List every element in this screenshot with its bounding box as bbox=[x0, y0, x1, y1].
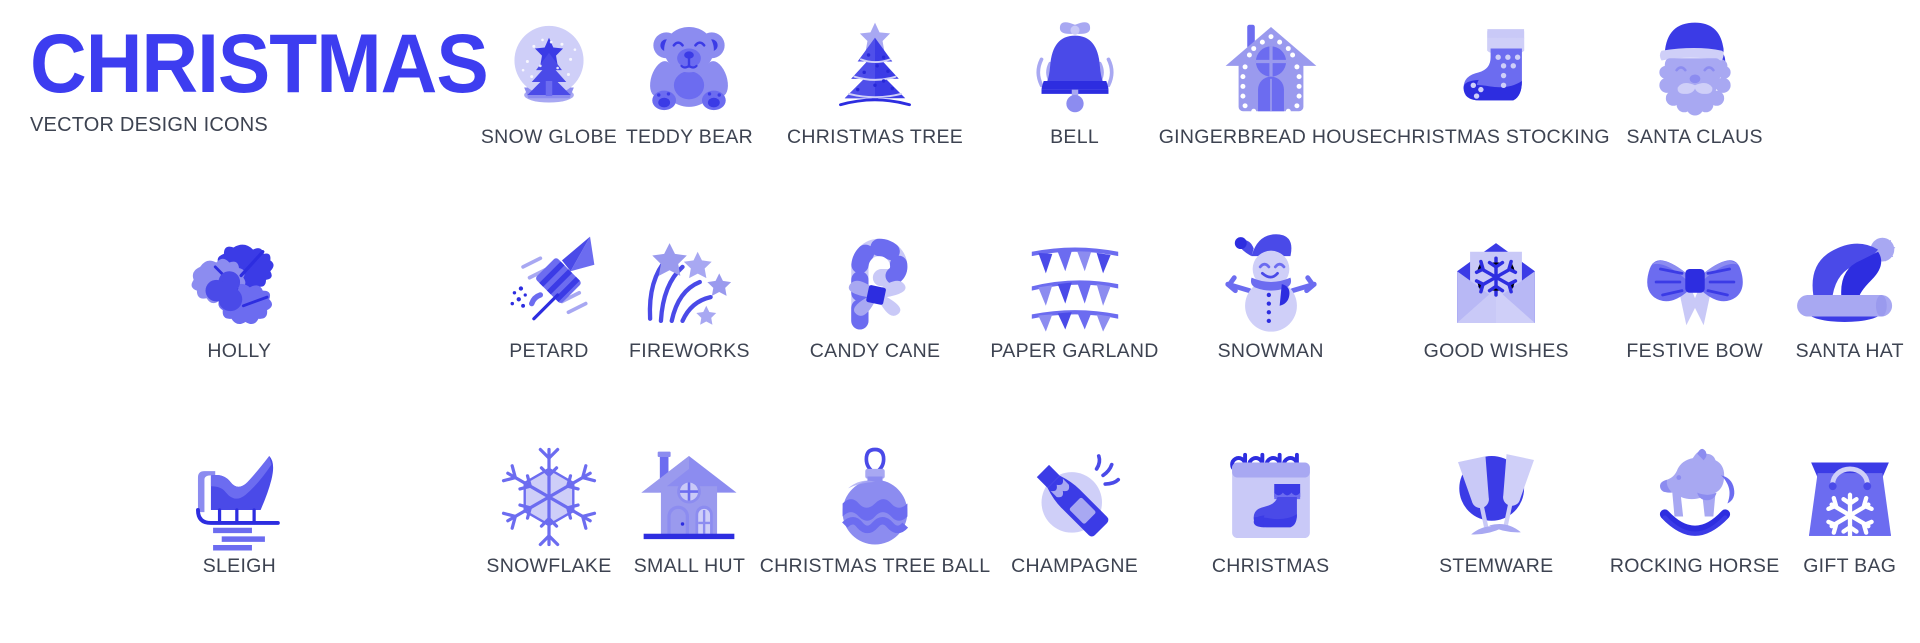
icon-grid: CHRISTMAS VECTOR DESIGN ICONS SNOW GLOBE… bbox=[0, 0, 1920, 643]
icon-cell-gift-bag[interactable]: GIFT BAG bbox=[1780, 429, 1920, 643]
teddy-bear-icon[interactable] bbox=[630, 14, 748, 122]
icon-cell-christmas-tree[interactable]: CHRISTMAS TREE bbox=[760, 0, 991, 214]
stemware-icon[interactable] bbox=[1437, 443, 1555, 551]
icon-cell-candy-cane[interactable]: CANDY CANE bbox=[760, 214, 991, 428]
festive-bow-icon[interactable] bbox=[1636, 228, 1754, 336]
good-wishes-icon[interactable] bbox=[1437, 228, 1555, 336]
champagne-icon[interactable] bbox=[1016, 443, 1134, 551]
icon-label: CHAMPAGNE bbox=[1011, 554, 1139, 577]
icon-cell-teddy-bear[interactable]: TEDDY BEAR bbox=[619, 0, 759, 214]
icon-label: GINGERBREAD HOUSE bbox=[1158, 126, 1383, 148]
page-title: CHRISTMAS bbox=[30, 17, 489, 111]
holly-icon[interactable] bbox=[180, 228, 298, 336]
icon-cell-snowflake[interactable]: SNOWFLAKE bbox=[479, 429, 619, 643]
rocking-horse-icon[interactable] bbox=[1636, 443, 1754, 551]
page-subtitle: VECTOR DESIGN ICONS bbox=[30, 113, 268, 136]
candy-cane-icon[interactable] bbox=[816, 228, 934, 336]
icon-cell-christmas-stocking[interactable]: CHRISTMAS STOCKING bbox=[1383, 0, 1610, 214]
christmas-tree-ball-icon[interactable] bbox=[816, 443, 934, 551]
gingerbread-house-icon[interactable] bbox=[1212, 14, 1330, 122]
gift-bag-icon[interactable] bbox=[1791, 443, 1909, 551]
petard-icon[interactable] bbox=[490, 228, 608, 336]
icon-label: ROCKING HORSE bbox=[1609, 554, 1780, 577]
icon-label: FESTIVE BOW bbox=[1626, 340, 1763, 363]
icon-cell-rocking-horse[interactable]: ROCKING HORSE bbox=[1610, 429, 1780, 643]
santa-hat-icon[interactable] bbox=[1791, 228, 1909, 336]
icon-label: PETARD bbox=[509, 340, 589, 363]
icon-label: SNOWMAN bbox=[1217, 340, 1324, 363]
icon-label: STEMWARE bbox=[1439, 554, 1554, 577]
fireworks-icon[interactable] bbox=[630, 228, 748, 336]
icon-cell-sleigh[interactable]: SLEIGH bbox=[0, 429, 479, 643]
icon-label: SMALL HUT bbox=[633, 554, 746, 577]
snow-globe-icon[interactable] bbox=[490, 14, 608, 122]
icon-label: PAPER GARLAND bbox=[990, 340, 1159, 363]
icon-set-sheet: CHRISTMAS VECTOR DESIGN ICONS SNOW GLOBE… bbox=[0, 0, 1920, 643]
icon-cell-small-hut[interactable]: SMALL HUT bbox=[619, 429, 759, 643]
icon-label: TEDDY BEAR bbox=[625, 126, 754, 148]
icon-cell-holly[interactable]: HOLLY bbox=[0, 214, 479, 428]
icon-cell-festive-bow[interactable]: FESTIVE BOW bbox=[1610, 214, 1780, 428]
santa-claus-icon[interactable] bbox=[1636, 14, 1754, 122]
icon-label: FIREWORKS bbox=[629, 340, 750, 363]
sleigh-icon[interactable] bbox=[180, 443, 298, 551]
icon-label: SLEIGH bbox=[202, 554, 277, 577]
icon-label: GIFT BAG bbox=[1803, 554, 1897, 577]
icon-label: CANDY CANE bbox=[809, 340, 941, 363]
icon-cell-snow-globe[interactable]: SNOW GLOBE bbox=[479, 0, 619, 214]
icon-label: SANTA CLAUS bbox=[1626, 126, 1763, 148]
icon-label: CHRISTMAS TREE BALL bbox=[759, 554, 991, 577]
christmas-calendar-icon[interactable] bbox=[1212, 443, 1330, 551]
icon-cell-santa-claus[interactable]: SANTA CLAUS bbox=[1610, 0, 1780, 214]
icon-label: SANTA HAT bbox=[1795, 340, 1904, 363]
spacer-cell bbox=[1780, 0, 1920, 214]
christmas-tree-icon[interactable] bbox=[816, 14, 934, 122]
small-hut-icon[interactable] bbox=[630, 443, 748, 551]
icon-label: SNOW GLOBE bbox=[480, 126, 618, 148]
snowflake-icon[interactable] bbox=[490, 443, 608, 551]
icon-cell-stemware[interactable]: STEMWARE bbox=[1383, 429, 1610, 643]
icon-cell-snowman[interactable]: SNOWMAN bbox=[1159, 214, 1383, 428]
icon-label: CHRISTMAS STOCKING bbox=[1382, 126, 1610, 148]
icon-label: CHRISTMAS bbox=[1211, 554, 1330, 577]
bell-icon[interactable] bbox=[1016, 14, 1134, 122]
icon-label: HOLLY bbox=[207, 340, 272, 363]
icon-cell-gingerbread-house[interactable]: GINGERBREAD HOUSE bbox=[1159, 0, 1383, 214]
icon-label: CHRISTMAS TREE bbox=[786, 126, 964, 148]
icon-cell-bell[interactable]: BELL bbox=[990, 0, 1158, 214]
icon-label: GOOD WISHES bbox=[1423, 340, 1569, 363]
icon-cell-christmas-tree-ball[interactable]: CHRISTMAS TREE BALL bbox=[760, 429, 991, 643]
icon-label: SNOWFLAKE bbox=[486, 554, 612, 577]
icon-cell-christmas[interactable]: CHRISTMAS bbox=[1159, 429, 1383, 643]
icon-cell-paper-garland[interactable]: PAPER GARLAND bbox=[990, 214, 1158, 428]
icon-cell-good-wishes[interactable]: GOOD WISHES bbox=[1383, 214, 1610, 428]
icon-cell-santa-hat[interactable]: SANTA HAT bbox=[1780, 214, 1920, 428]
icon-cell-fireworks[interactable]: FIREWORKS bbox=[619, 214, 759, 428]
snowman-icon[interactable] bbox=[1212, 228, 1330, 336]
icon-label: BELL bbox=[1050, 126, 1099, 148]
christmas-stocking-icon[interactable] bbox=[1437, 14, 1555, 122]
icon-cell-petard[interactable]: PETARD bbox=[479, 214, 619, 428]
icon-cell-champagne[interactable]: CHAMPAGNE bbox=[990, 429, 1158, 643]
brand-title-block: CHRISTMAS VECTOR DESIGN ICONS bbox=[0, 0, 489, 214]
paper-garland-icon[interactable] bbox=[1016, 228, 1134, 336]
